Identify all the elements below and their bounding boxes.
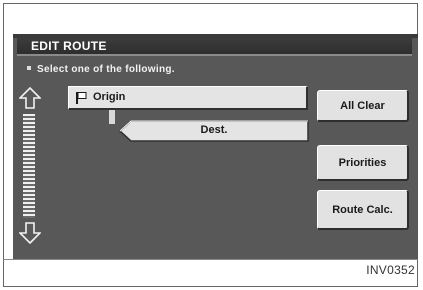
route-destination-item[interactable]: Dest. bbox=[119, 120, 309, 142]
route-calc-button[interactable]: Route Calc. bbox=[317, 190, 409, 230]
scroll-down-button[interactable] bbox=[18, 221, 42, 245]
flag-icon bbox=[76, 92, 87, 104]
footer-divider bbox=[3, 259, 418, 260]
scroll-up-button[interactable] bbox=[18, 86, 42, 110]
page-title: EDIT ROUTE bbox=[31, 39, 107, 53]
all-clear-button[interactable]: All Clear bbox=[317, 90, 409, 122]
nav-screen: EDIT ROUTE Select one of the following. … bbox=[13, 34, 418, 259]
origin-label: Origin bbox=[93, 91, 126, 103]
route-connector bbox=[109, 110, 115, 124]
destination-label: Dest. bbox=[200, 124, 228, 136]
bullet-icon bbox=[27, 66, 31, 71]
instruction-label: Select one of the following. bbox=[37, 64, 175, 75]
scrollbar[interactable] bbox=[23, 114, 35, 218]
up-arrow-icon bbox=[18, 86, 42, 109]
down-arrow-icon bbox=[18, 222, 42, 245]
screen-header: EDIT ROUTE bbox=[17, 38, 412, 56]
route-origin-item[interactable]: Origin bbox=[68, 86, 308, 110]
instruction-text: Select one of the following. bbox=[27, 64, 175, 75]
image-code: INV0352 bbox=[366, 263, 415, 277]
priorities-button[interactable]: Priorities bbox=[317, 145, 409, 181]
